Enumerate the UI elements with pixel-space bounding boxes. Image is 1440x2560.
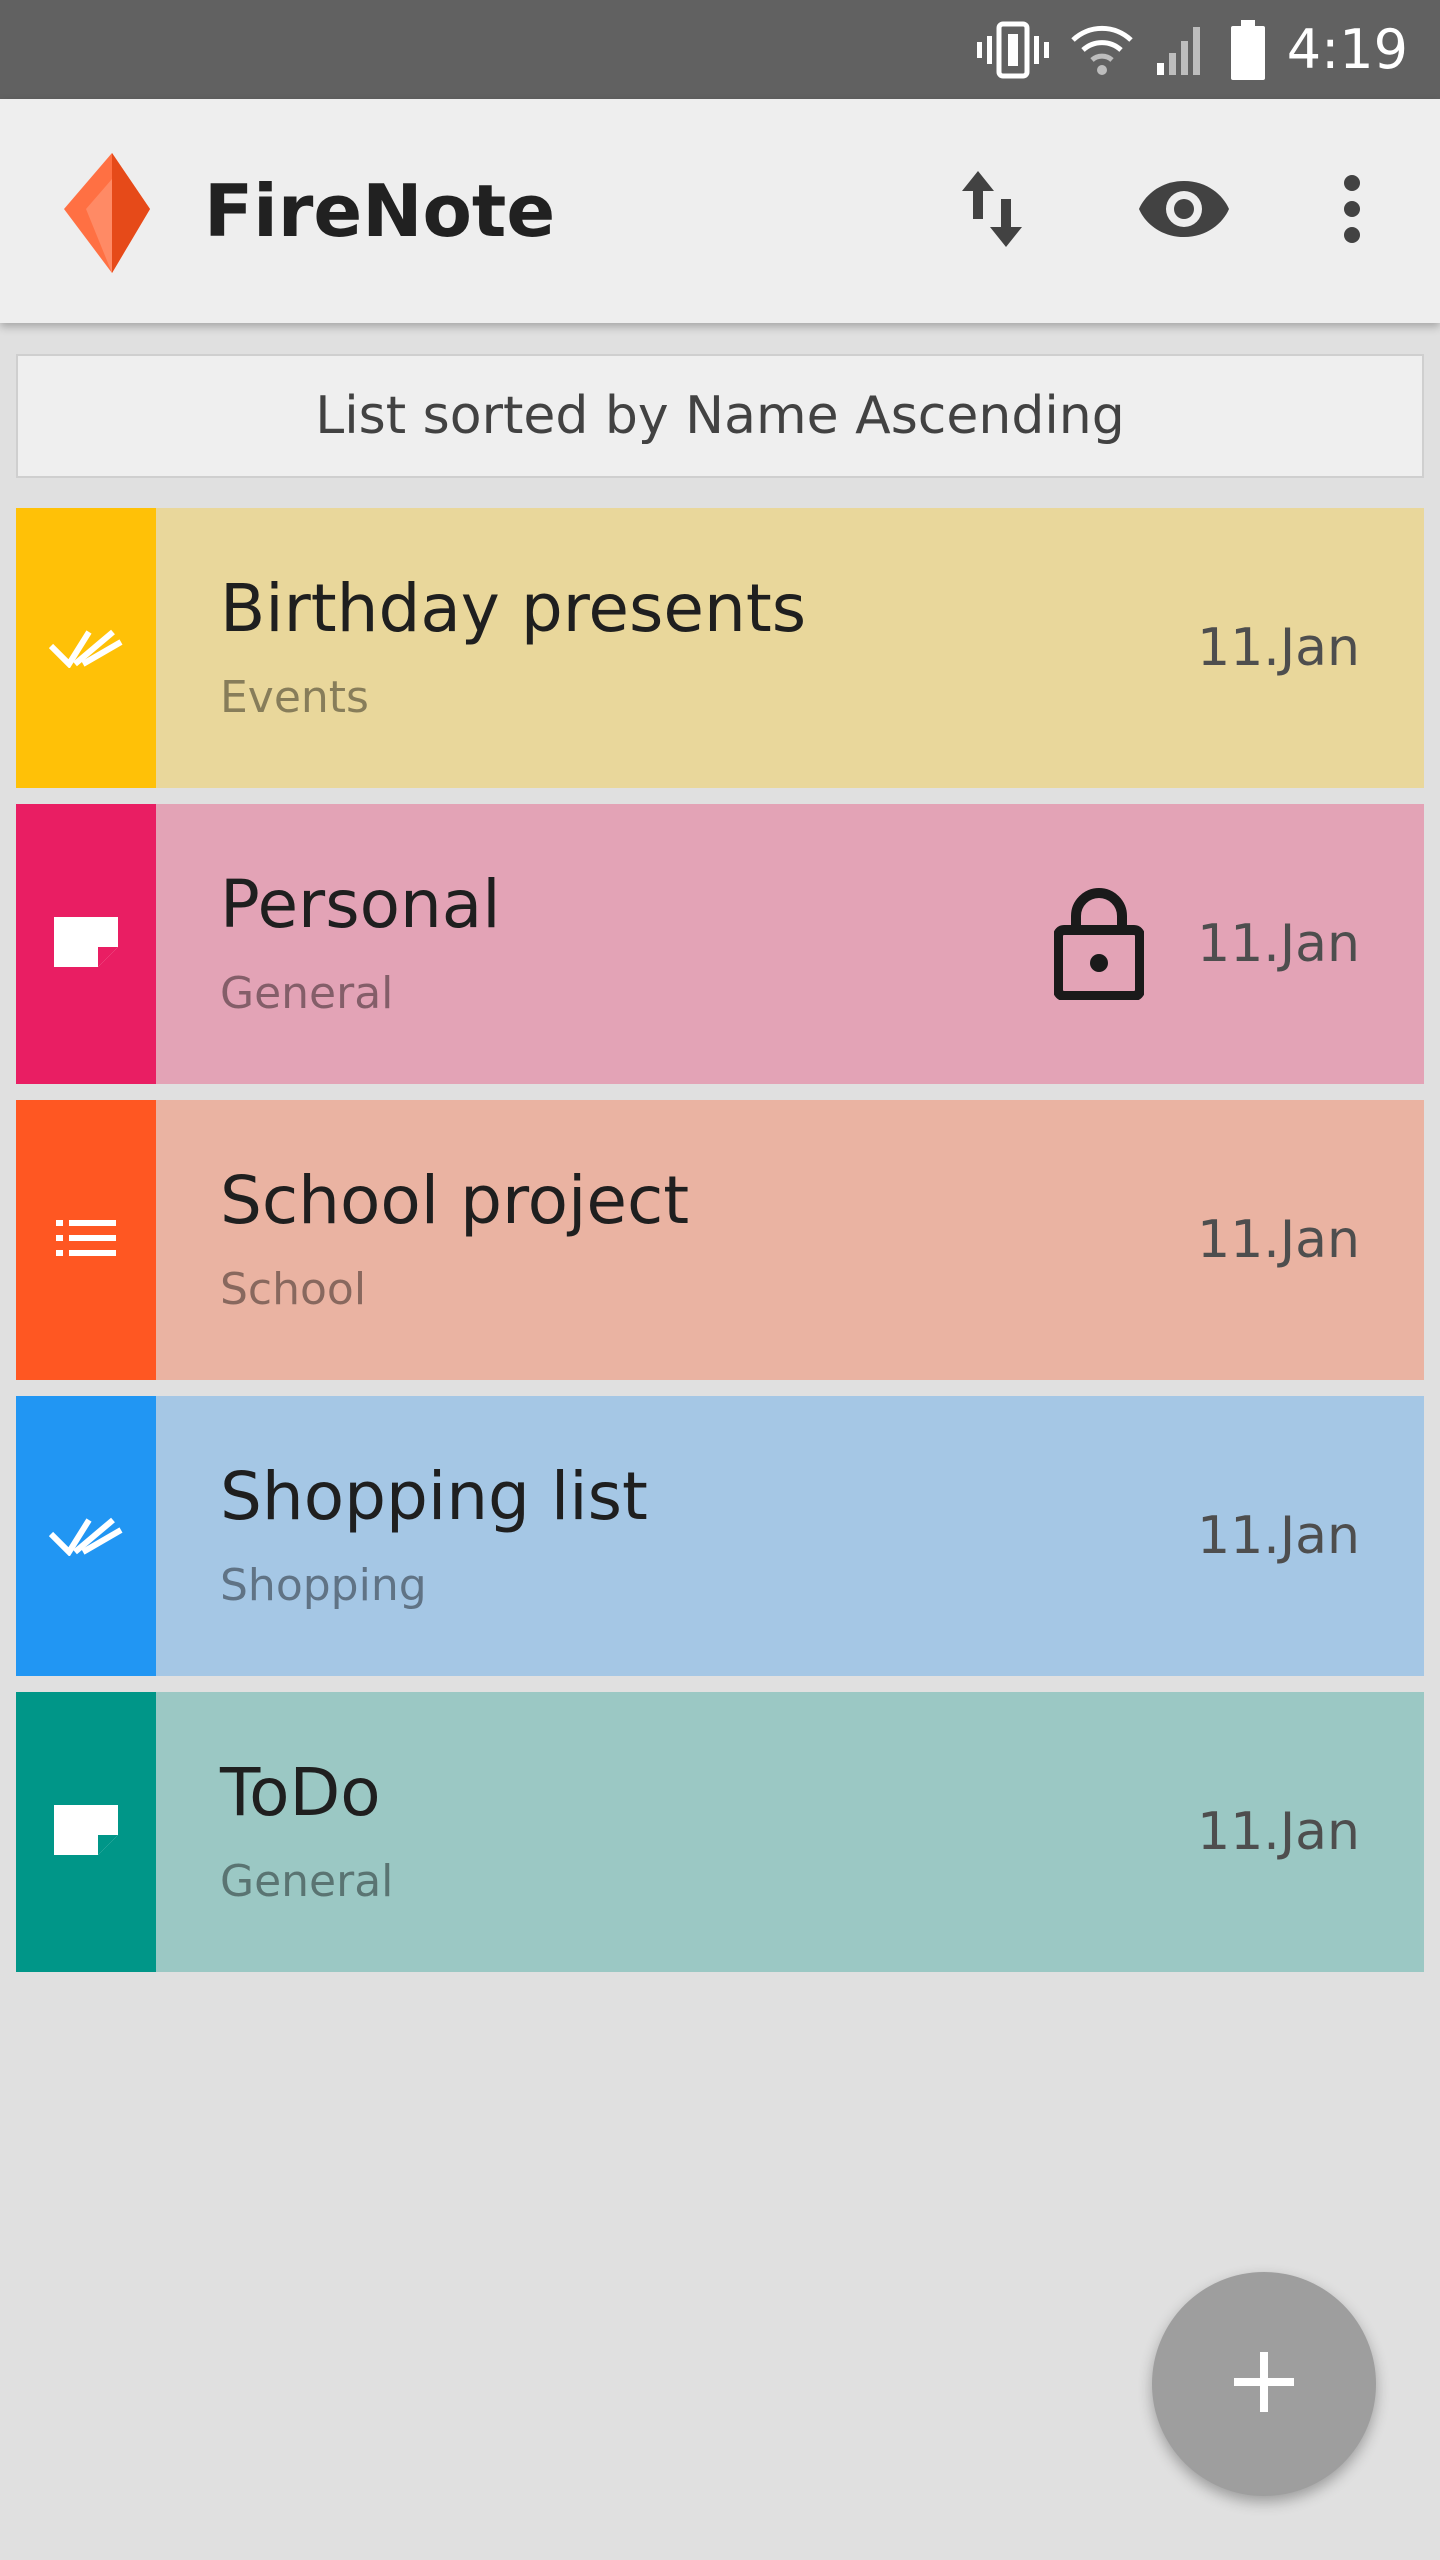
checklist-icon xyxy=(48,624,123,672)
status-time: 4:19 xyxy=(1286,17,1408,81)
more-options-button[interactable] xyxy=(1292,151,1412,271)
sort-button[interactable] xyxy=(932,151,1052,271)
note-type-strip xyxy=(16,804,156,1084)
vibrate-icon xyxy=(976,20,1049,80)
note-icon xyxy=(54,1805,118,1859)
status-bar: 4:19 xyxy=(0,0,1440,99)
note-category: General xyxy=(220,968,394,1019)
note-body: Personal General 11.Jan xyxy=(156,804,1424,1084)
checklist-icon xyxy=(48,1512,123,1560)
note-body: Birthday presents Events 11.Jan xyxy=(156,508,1424,788)
note-date: 11.Jan xyxy=(1197,1802,1360,1862)
note-item[interactable]: Shopping list Shopping 11.Jan xyxy=(16,1396,1424,1676)
note-type-strip xyxy=(16,1100,156,1380)
lock-icon xyxy=(1053,888,1145,1001)
note-date: 11.Jan xyxy=(1197,1506,1360,1566)
note-title: ToDo xyxy=(220,1754,381,1831)
note-body: ToDo General 11.Jan xyxy=(156,1692,1424,1972)
note-date: 11.Jan xyxy=(1197,914,1360,974)
app-bar: FireNote xyxy=(0,99,1440,323)
signal-icon xyxy=(1155,23,1209,77)
note-type-strip xyxy=(16,508,156,788)
note-item[interactable]: ToDo General 11.Jan xyxy=(16,1692,1424,1972)
sort-icon xyxy=(962,171,1022,251)
wifi-icon xyxy=(1071,22,1133,78)
add-note-button[interactable] xyxy=(1152,2272,1376,2496)
note-icon xyxy=(54,917,118,971)
list-icon xyxy=(56,1220,116,1260)
battery-icon xyxy=(1230,19,1265,80)
note-date: 11.Jan xyxy=(1197,1210,1360,1270)
more-vert-icon xyxy=(1342,174,1362,248)
note-category: Events xyxy=(220,672,369,723)
note-title: Shopping list xyxy=(220,1458,648,1535)
plus-icon xyxy=(1234,2352,1294,2416)
note-item[interactable]: Personal General 11.Jan xyxy=(16,804,1424,1084)
note-category: Shopping xyxy=(220,1560,427,1611)
note-title: Personal xyxy=(220,866,501,943)
view-mode-button[interactable] xyxy=(1124,151,1244,271)
note-date: 11.Jan xyxy=(1197,618,1360,678)
note-title: School project xyxy=(220,1162,690,1239)
app-title: FireNote xyxy=(204,169,556,253)
note-body: Shopping list Shopping 11.Jan xyxy=(156,1396,1424,1676)
firenote-flame-logo-icon xyxy=(64,153,160,273)
note-title: Birthday presents xyxy=(220,570,807,647)
note-item[interactable]: School project School 11.Jan xyxy=(16,1100,1424,1380)
note-item[interactable]: Birthday presents Events 11.Jan xyxy=(16,508,1424,788)
eye-icon xyxy=(1139,181,1229,241)
note-category: General xyxy=(220,1856,394,1907)
note-type-strip xyxy=(16,1692,156,1972)
note-body: School project School 11.Jan xyxy=(156,1100,1424,1380)
status-icons: 4:19 xyxy=(976,0,1408,99)
note-type-strip xyxy=(16,1396,156,1676)
sort-status-banner: List sorted by Name Ascending xyxy=(16,354,1424,478)
note-category: School xyxy=(220,1264,367,1315)
